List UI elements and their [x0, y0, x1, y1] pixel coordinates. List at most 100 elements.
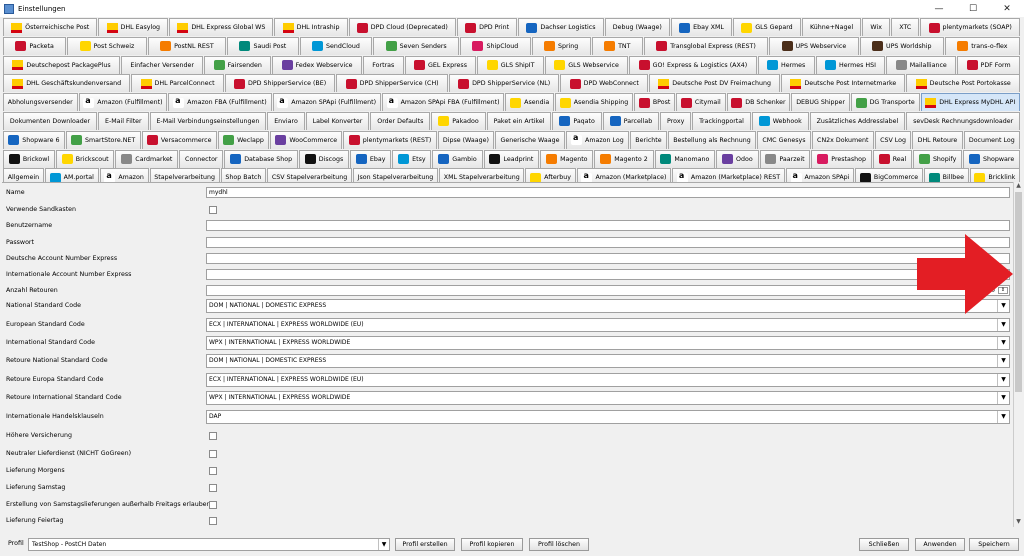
tab-parcellab[interactable]: Parcellab: [602, 111, 660, 130]
tab-bpost[interactable]: BPost: [634, 93, 676, 112]
tab-generische-waage[interactable]: Generische Waage: [495, 130, 565, 149]
chevron-down-icon[interactable]: ▼: [997, 411, 1009, 423]
tab-magento[interactable]: Magento: [540, 149, 594, 168]
checkbox[interactable]: [209, 206, 217, 214]
tab-proxy[interactable]: Proxy: [660, 111, 692, 130]
tab-ebay[interactable]: Ebay: [350, 149, 392, 168]
tab-asendia[interactable]: Asendia: [505, 93, 554, 112]
tab-manomano[interactable]: Manomano: [654, 149, 716, 168]
tab-pdf-form[interactable]: PDF Form: [957, 55, 1021, 74]
tab-dachser-logistics[interactable]: Dachser Logistics: [518, 18, 604, 36]
chevron-down-icon[interactable]: ▼: [997, 337, 1009, 349]
tab-seven-senders[interactable]: Seven Senders: [373, 36, 460, 55]
tab-kühne-nagel[interactable]: Kühne+Nagel: [801, 18, 862, 36]
copy-profile-button[interactable]: Profil kopieren: [461, 538, 523, 551]
tab-debug-shipper[interactable]: DEBUG Shipper: [791, 93, 850, 112]
tab-database-shop[interactable]: Database Shop: [224, 149, 298, 168]
tab-transglobal-express-rest[interactable]: Transglobal Express (REST): [643, 36, 769, 55]
tab-sevdesk-rechnungsdownloader[interactable]: sevDesk Rechnungsdownloader: [906, 111, 1021, 130]
tab-magento-2[interactable]: Magento 2: [594, 149, 654, 168]
text-field[interactable]: [206, 269, 1010, 280]
checkbox[interactable]: [209, 517, 217, 525]
tab-shipcloud[interactable]: ShipCloud: [460, 36, 531, 55]
tab-saudi-post[interactable]: Saudi Post: [227, 36, 299, 55]
checkbox[interactable]: [209, 467, 217, 475]
maximize-icon[interactable]: ☐: [956, 0, 990, 17]
scroll-up-icon[interactable]: ▲: [1014, 182, 1023, 191]
tab-xtc[interactable]: XTC: [891, 18, 920, 36]
tab-post-schweiz[interactable]: Post Schweiz: [67, 36, 147, 55]
tab-cmc-genesys[interactable]: CMC Genesys: [757, 130, 811, 149]
text-field[interactable]: [206, 253, 1010, 264]
tab-hermes[interactable]: Hermes: [757, 55, 815, 74]
tab-paqato[interactable]: Paqato: [552, 111, 602, 130]
tab-discogs[interactable]: Discogs: [298, 149, 350, 168]
tab-wix[interactable]: Wix: [862, 18, 891, 36]
tab-dhl-geschäftskundenversand[interactable]: DHL Geschäftskundenversand: [3, 74, 131, 93]
tab-amazon-log[interactable]: Amazon Log: [565, 130, 630, 149]
tab-postnl-rest[interactable]: PostNL REST: [147, 36, 227, 55]
dropdown[interactable]: ECX | INTERNATIONAL | EXPRESS WORLDWIDE …: [206, 373, 1010, 387]
minimize-icon[interactable]: —: [922, 0, 956, 17]
tab-shopify[interactable]: Shopify: [913, 149, 963, 168]
tab-cn2x-dokument[interactable]: CN2x Dokument: [811, 130, 874, 149]
tab-trans-o-flex[interactable]: trans-o-flex: [944, 36, 1020, 55]
tab-shopware[interactable]: Shopware: [963, 149, 1021, 168]
tab-dhl-parcelconnect[interactable]: DHL ParcelConnect: [131, 74, 224, 93]
text-field[interactable]: mydhl: [206, 187, 1010, 198]
dropdown[interactable]: DOM | NATIONAL | DOMESTIC EXPRESS ▼: [206, 299, 1010, 313]
tab-dhl-intraship[interactable]: DHL Intraship: [274, 18, 348, 36]
tab-dg-transporte[interactable]: DG Transporte: [850, 93, 920, 112]
tab-dpd-shipperservice-be[interactable]: DPD ShipperService (BE): [224, 74, 336, 93]
tab-dpd-shipperservice-ch[interactable]: DPD ShipperService (CH): [336, 74, 448, 93]
save-button[interactable]: Speichern: [969, 538, 1019, 551]
tab-ebay-xml[interactable]: Ebay XML: [670, 18, 733, 36]
tab-trackingportal[interactable]: Trackingportal: [692, 111, 751, 130]
text-field[interactable]: [206, 237, 1010, 248]
tab-berichte[interactable]: Berichte: [630, 130, 667, 149]
tab-etsy[interactable]: Etsy: [392, 149, 432, 168]
tab-connector[interactable]: Connector: [179, 149, 224, 168]
tab-tnt[interactable]: TNT: [591, 36, 643, 55]
tab-gls-webservice[interactable]: GLS Webservice: [544, 55, 629, 74]
tab-leadprint[interactable]: Leadprint: [483, 149, 540, 168]
tab-db-schenker[interactable]: DB Schenker: [726, 93, 791, 112]
tab-enviaro[interactable]: Enviaro: [267, 111, 305, 130]
tab-paarzeit[interactable]: Paarzeit: [759, 149, 811, 168]
tab-fortras[interactable]: Fortras: [362, 55, 404, 74]
tab-deutschepost-packageplus[interactable]: Deutschepost PackagePlus: [3, 55, 121, 74]
profile-select[interactable]: TestShop - PostCH Daten ▼: [28, 538, 390, 551]
text-field[interactable]: [206, 220, 1010, 231]
dropdown[interactable]: WPX | INTERNATIONAL | EXPRESS WORLDWIDE ▼: [206, 391, 1010, 405]
tab-amazon-spapi-fulfillment[interactable]: Amazon SPApi (Fulfillment): [272, 93, 381, 112]
tab-mailalliance[interactable]: Mailalliance: [886, 55, 957, 74]
tab-bestellung-als-rechnung[interactable]: Bestellung als Rechnung: [667, 130, 757, 149]
tab-order-defaults[interactable]: Order Defaults: [370, 111, 431, 130]
tab-brickscout[interactable]: Brickscout: [55, 149, 115, 168]
tab-zusätzliches-addresslabel[interactable]: Zusätzliches Addresslabel: [809, 111, 906, 130]
tab-real[interactable]: Real: [872, 149, 913, 168]
chevron-down-icon[interactable]: ▼: [997, 392, 1009, 404]
tab-odoo[interactable]: Odoo: [716, 149, 759, 168]
tab-fairsenden[interactable]: Fairsenden: [204, 55, 272, 74]
close-button[interactable]: Schließen: [859, 538, 909, 551]
dropdown[interactable]: ECX | INTERNATIONAL | EXPRESS WORLDWIDE …: [206, 318, 1010, 332]
tab-prestashop[interactable]: Prestashop: [811, 149, 872, 168]
tab-gls-gepard[interactable]: GLS Gepard: [733, 18, 801, 36]
tab-spring[interactable]: Spring: [531, 36, 591, 55]
dropdown[interactable]: DAP ▼: [206, 410, 1010, 424]
tab-sendcloud[interactable]: SendCloud: [299, 36, 373, 55]
tab-cardmarket[interactable]: Cardmarket: [115, 149, 179, 168]
checkbox[interactable]: [209, 501, 217, 509]
tab-deutsche-post-internetmarke[interactable]: Deutsche Post Internetmarke: [781, 74, 906, 93]
tab-plentymarkets-rest[interactable]: plentymarkets (REST): [343, 130, 437, 149]
tab-document-log[interactable]: Document Log: [963, 130, 1021, 149]
checkbox[interactable]: [209, 432, 217, 440]
tab-dipse-waage[interactable]: Dipse (Waage): [437, 130, 495, 149]
tab-citymail[interactable]: Citymail: [676, 93, 726, 112]
scroll-thumb[interactable]: [1015, 192, 1022, 392]
tab-packeta[interactable]: Packeta: [3, 36, 67, 55]
tab-e-mail-filter[interactable]: E-Mail Filter: [98, 111, 149, 130]
tab-deutsche-post-portokasse[interactable]: Deutsche Post Portokasse: [906, 74, 1021, 93]
checkbox[interactable]: [209, 450, 217, 458]
